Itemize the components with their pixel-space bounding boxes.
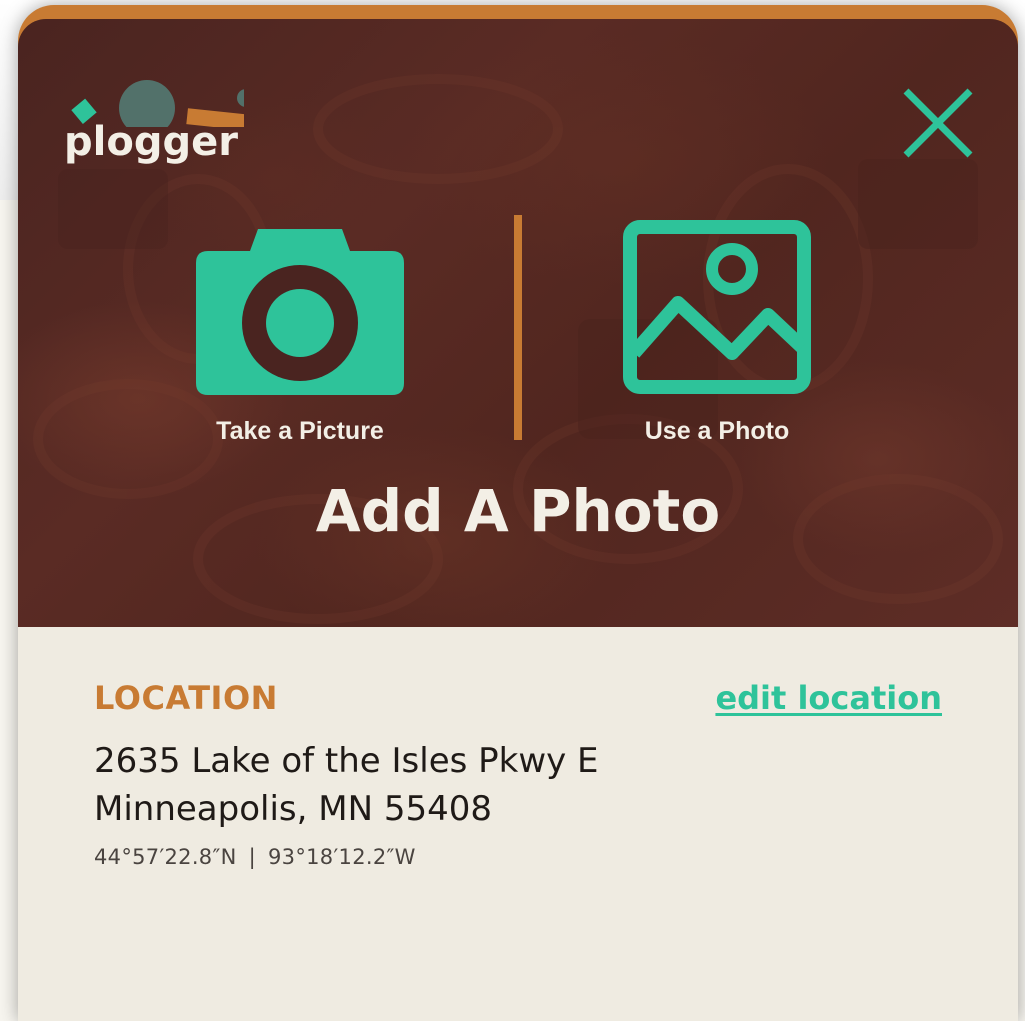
latitude: 44°57′22.8″N — [94, 845, 237, 869]
use-photo-button[interactable]: Use a Photo — [587, 215, 847, 446]
use-photo-label: Use a Photo — [644, 417, 790, 445]
address-line-1: 2635 Lake of the Isles Pkwy E — [94, 741, 599, 781]
take-picture-label: Take a Picture — [216, 417, 384, 445]
address-line-2: Minneapolis, MN 55408 — [94, 789, 492, 829]
page-title: Add A Photo — [315, 477, 721, 545]
options-divider — [514, 215, 522, 440]
image-icon — [623, 220, 811, 394]
address: 2635 Lake of the Isles Pkwy E Minneapoli… — [94, 737, 599, 833]
logo-mark-icon — [71, 80, 244, 127]
page: plogger Take a Picture Use a Photo Add A… — [0, 0, 1025, 1021]
take-picture-button[interactable]: Take a Picture — [170, 215, 430, 446]
hero-section: plogger Take a Picture Use a Photo Add A… — [18, 19, 1018, 627]
coordinates: 44°57′22.8″N | 93°18′12.2″W — [94, 845, 416, 869]
logo-text: plogger — [64, 119, 238, 165]
location-panel: LOCATION edit location 2635 Lake of the … — [18, 627, 1018, 1021]
add-photo-card: plogger Take a Picture Use a Photo Add A… — [18, 5, 1018, 1021]
longitude: 93°18′12.2″W — [268, 845, 416, 869]
camera-icon — [196, 229, 404, 395]
edit-location-link[interactable]: edit location — [715, 679, 942, 717]
location-heading: LOCATION — [94, 679, 278, 717]
close-icon — [903, 88, 973, 158]
plogger-logo[interactable]: plogger — [64, 67, 244, 177]
coordinates-separator: | — [248, 845, 257, 869]
close-button[interactable] — [902, 87, 974, 159]
